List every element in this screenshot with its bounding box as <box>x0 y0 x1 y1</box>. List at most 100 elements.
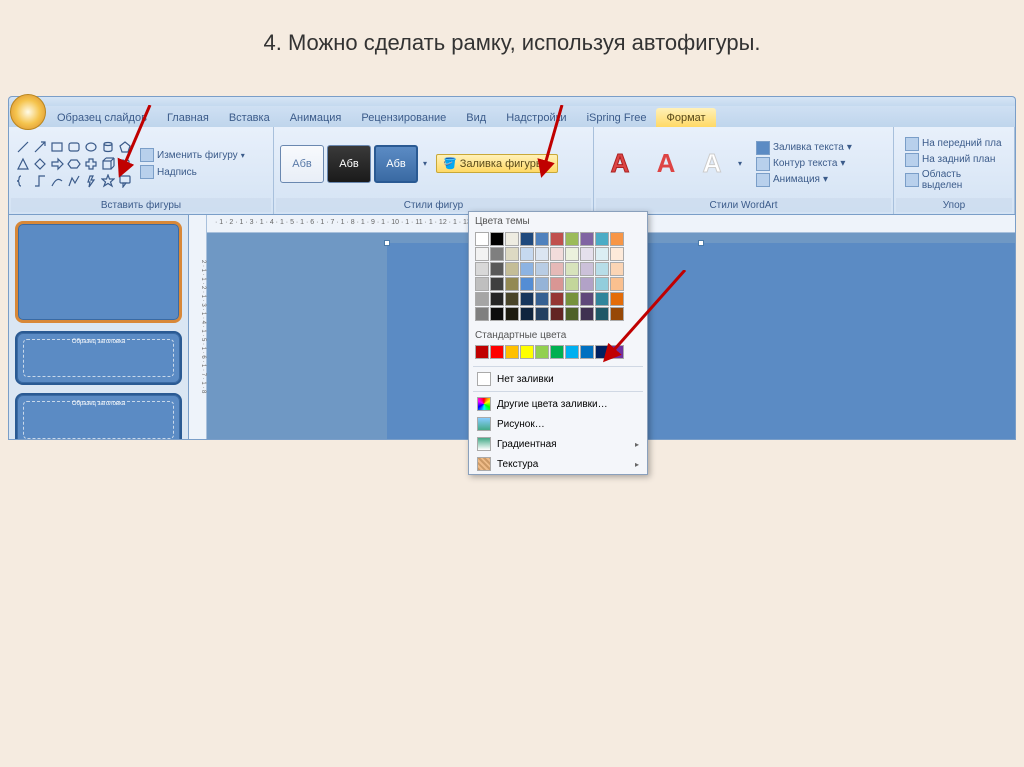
color-swatch[interactable] <box>520 232 534 246</box>
wordart-style-3[interactable]: А <box>692 145 732 183</box>
color-swatch[interactable] <box>550 277 564 291</box>
color-swatch[interactable] <box>535 232 549 246</box>
color-swatch[interactable] <box>580 307 594 321</box>
color-swatch[interactable] <box>550 232 564 246</box>
color-swatch[interactable] <box>610 232 624 246</box>
color-swatch[interactable] <box>520 307 534 321</box>
color-swatch[interactable] <box>565 232 579 246</box>
color-swatch[interactable] <box>550 345 564 359</box>
tab-format[interactable]: Формат <box>656 108 715 127</box>
color-swatch[interactable] <box>505 247 519 261</box>
color-swatch[interactable] <box>475 277 489 291</box>
wordart-gallery-more-icon[interactable]: ▾ <box>738 159 742 168</box>
office-button[interactable] <box>10 94 46 130</box>
no-fill-item[interactable]: Нет заливки <box>469 369 647 389</box>
color-swatch[interactable] <box>550 262 564 276</box>
shape-triangle-icon[interactable] <box>15 156 31 172</box>
shape-style-2[interactable]: Абв <box>327 145 371 183</box>
shape-freeform-icon[interactable] <box>66 173 82 189</box>
color-swatch[interactable] <box>490 277 504 291</box>
color-swatch[interactable] <box>490 345 504 359</box>
tab-view[interactable]: Вид <box>456 108 496 127</box>
shape-diamond-icon[interactable] <box>32 156 48 172</box>
color-swatch[interactable] <box>580 345 594 359</box>
shape-plus-icon[interactable] <box>83 156 99 172</box>
resize-handle-n[interactable] <box>698 240 704 246</box>
color-swatch[interactable] <box>550 307 564 321</box>
text-anim-button[interactable]: Анимация ▾ <box>755 172 853 188</box>
color-swatch[interactable] <box>580 262 594 276</box>
color-swatch[interactable] <box>490 262 504 276</box>
tab-insert[interactable]: Вставка <box>219 108 280 127</box>
text-fill-button[interactable]: Заливка текста ▾ <box>755 140 853 156</box>
shape-style-3[interactable]: Абв <box>374 145 418 183</box>
tab-animation[interactable]: Анимация <box>280 108 352 127</box>
color-swatch[interactable] <box>550 292 564 306</box>
color-swatch[interactable] <box>580 232 594 246</box>
color-swatch[interactable] <box>475 292 489 306</box>
shape-connector-icon[interactable] <box>32 173 48 189</box>
color-swatch[interactable] <box>475 232 489 246</box>
color-swatch[interactable] <box>505 232 519 246</box>
color-swatch[interactable] <box>535 247 549 261</box>
shape-lightning-icon[interactable] <box>83 173 99 189</box>
color-swatch[interactable] <box>565 247 579 261</box>
tab-ispring[interactable]: iSpring Free <box>577 108 657 127</box>
color-swatch[interactable] <box>535 307 549 321</box>
color-swatch[interactable] <box>505 345 519 359</box>
color-swatch[interactable] <box>475 247 489 261</box>
tab-home[interactable]: Главная <box>157 108 219 127</box>
slide-thumbnail-layout-1[interactable]: Образец заголовка <box>15 331 182 385</box>
shape-curve-icon[interactable] <box>49 173 65 189</box>
slide-thumbnail-master[interactable] <box>15 221 182 323</box>
wordart-style-2[interactable]: А <box>646 145 686 183</box>
shape-hexagon-icon[interactable] <box>66 156 82 172</box>
color-swatch[interactable] <box>580 277 594 291</box>
color-swatch[interactable] <box>520 247 534 261</box>
color-swatch[interactable] <box>505 262 519 276</box>
color-swatch[interactable] <box>520 345 534 359</box>
more-colors-item[interactable]: Другие цвета заливки… <box>469 394 647 414</box>
shape-brace-icon[interactable] <box>15 173 31 189</box>
color-swatch[interactable] <box>505 307 519 321</box>
gradient-fill-item[interactable]: Градиентная▸ <box>469 434 647 454</box>
color-swatch[interactable] <box>505 277 519 291</box>
color-swatch[interactable] <box>505 292 519 306</box>
color-swatch[interactable] <box>565 345 579 359</box>
shape-rect-icon[interactable] <box>49 139 65 155</box>
bring-front-button[interactable]: На передний пла <box>904 136 1004 152</box>
color-swatch[interactable] <box>520 262 534 276</box>
texture-fill-item[interactable]: Текстура▸ <box>469 454 647 474</box>
color-swatch[interactable] <box>595 232 609 246</box>
color-swatch[interactable] <box>595 247 609 261</box>
color-swatch[interactable] <box>520 277 534 291</box>
shape-rightarrow-icon[interactable] <box>49 156 65 172</box>
color-swatch[interactable] <box>490 292 504 306</box>
color-swatch[interactable] <box>535 277 549 291</box>
color-swatch[interactable] <box>535 292 549 306</box>
wordart-style-1[interactable]: А <box>600 145 640 183</box>
color-swatch[interactable] <box>475 262 489 276</box>
tab-review[interactable]: Рецензирование <box>351 108 456 127</box>
color-swatch[interactable] <box>475 345 489 359</box>
shape-arrow-icon[interactable] <box>32 139 48 155</box>
color-swatch[interactable] <box>550 247 564 261</box>
selection-pane-button[interactable]: Область выделен <box>904 168 1004 192</box>
resize-handle-nw[interactable] <box>384 240 390 246</box>
color-swatch[interactable] <box>490 247 504 261</box>
send-back-button[interactable]: На задний план <box>904 152 1004 168</box>
color-swatch[interactable] <box>535 262 549 276</box>
picture-fill-item[interactable]: Рисунок… <box>469 414 647 434</box>
color-swatch[interactable] <box>565 262 579 276</box>
text-outline-button[interactable]: Контур текста ▾ <box>755 156 853 172</box>
shape-oval-icon[interactable] <box>83 139 99 155</box>
color-swatch[interactable] <box>580 247 594 261</box>
color-swatch[interactable] <box>535 345 549 359</box>
color-swatch[interactable] <box>475 307 489 321</box>
shape-style-1[interactable]: Абв <box>280 145 324 183</box>
shape-line-icon[interactable] <box>15 139 31 155</box>
color-swatch[interactable] <box>520 292 534 306</box>
color-swatch[interactable] <box>490 307 504 321</box>
style-gallery-more-icon[interactable]: ▾ <box>421 159 429 168</box>
color-swatch[interactable] <box>565 292 579 306</box>
